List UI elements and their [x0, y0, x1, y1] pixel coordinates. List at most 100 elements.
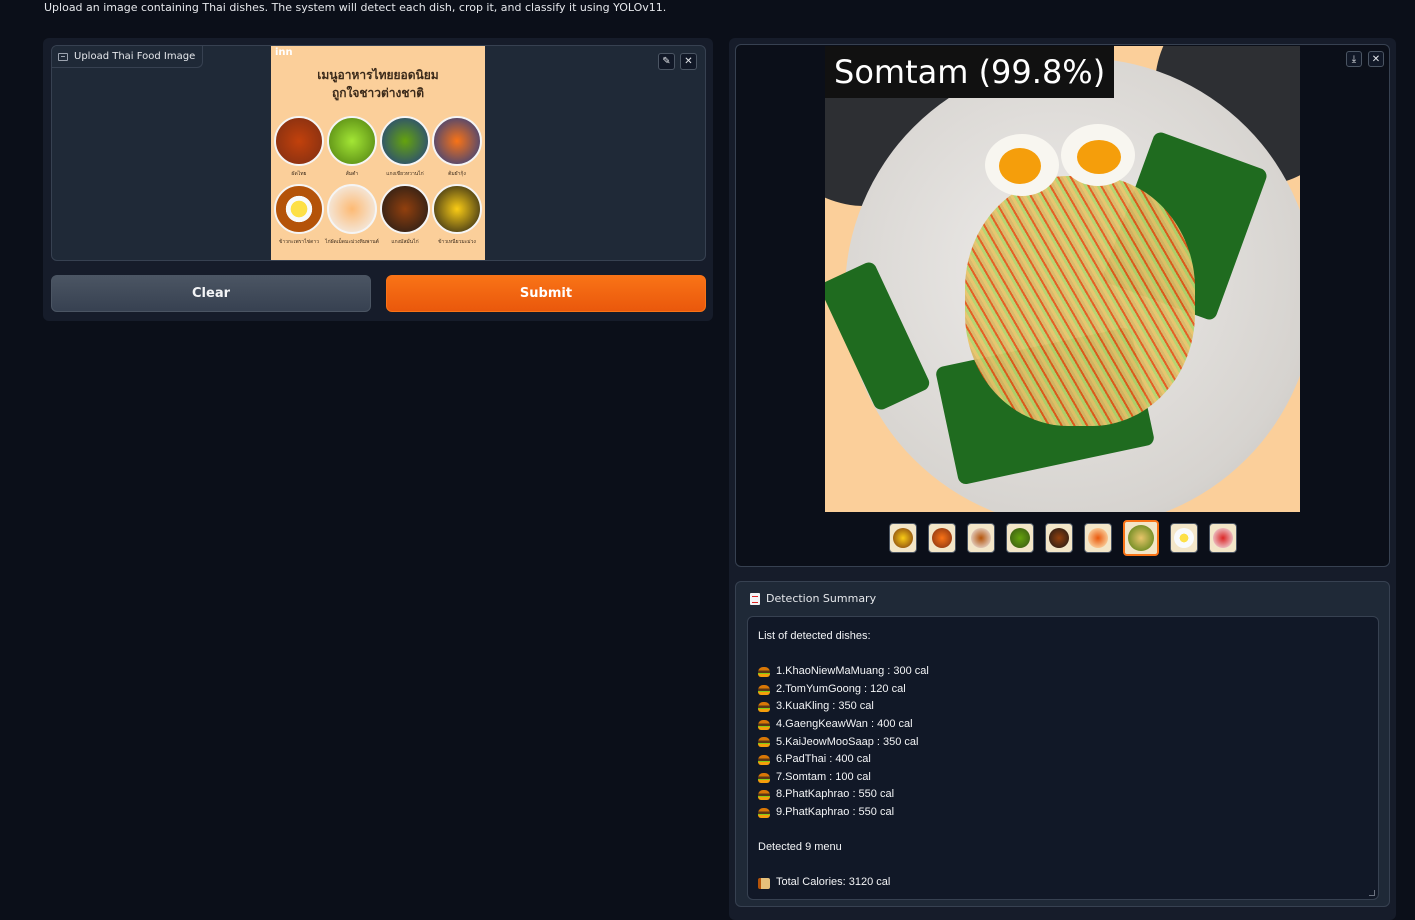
list-item: 3.KuaKling : 350 cal [758, 698, 1368, 716]
thumbnail[interactable] [1209, 523, 1237, 553]
uploaded-image: inn เมนูอาหารไทยยอดนิยม ถูกใจชาวต่างชาติ… [271, 46, 485, 260]
egg-yolk [1077, 140, 1121, 174]
summary-header: List of detected dishes: [758, 630, 871, 642]
thumbnail-image [1174, 528, 1194, 548]
image-upload-area[interactable]: Upload Thai Food Image inn เมนูอาหารไทยย… [51, 45, 706, 261]
list-item: 6.PadThai : 400 cal [758, 751, 1368, 769]
edit-button[interactable]: ✎ [658, 53, 675, 70]
thumbnail-selected[interactable] [1123, 520, 1159, 556]
thumbnail-image [1213, 528, 1233, 548]
thumbnail[interactable] [1084, 523, 1112, 553]
detected-count: Detected 9 menu [758, 841, 842, 854]
poster-dish-name: แกงเขียวหวานไก่ [386, 171, 424, 177]
image-icon [58, 52, 68, 61]
close-gallery-button[interactable]: ✕ [1368, 51, 1384, 67]
poster-dish [380, 116, 430, 166]
poster-dish [327, 184, 377, 234]
download-icon: ⤓ [1351, 53, 1357, 65]
prediction-label: Somtam (99.8%) [825, 46, 1115, 98]
total-line: Total Calories: 3120 cal [758, 874, 1368, 892]
clear-button[interactable]: Clear [51, 275, 371, 312]
thumbnail-image [971, 528, 991, 548]
download-button[interactable]: ⤓ [1346, 51, 1362, 67]
thumbnail-image [1088, 528, 1108, 548]
upload-label: Upload Thai Food Image [52, 46, 204, 68]
list-item: 4.GaengKeawWan : 400 cal [758, 716, 1368, 734]
submit-button[interactable]: Submit [386, 275, 706, 312]
burger-icon [758, 772, 770, 783]
dish-entry: 8.PhatKaphrao : 550 cal [776, 788, 895, 801]
output-panel: Somtam (99.8%) ⤓ ✕ Detection Summary Lis… [729, 38, 1396, 920]
burger-icon [758, 807, 770, 818]
dish-entry: 4.GaengKeawWan : 400 cal [776, 717, 913, 730]
close-icon: ✕ [1371, 53, 1381, 65]
thumbnail-image [1049, 528, 1069, 548]
total-calories: Total Calories: 3120 cal [776, 876, 891, 889]
dish-entry: 3.KuaKling : 350 cal [776, 700, 874, 713]
boiled-egg [1061, 124, 1135, 186]
poster-title-1: เมนูอาหารไทยยอดนิยม [317, 68, 439, 82]
dish-entry: 1.KhaoNiewMaMuang : 300 cal [776, 665, 929, 678]
poster-dish [432, 184, 482, 234]
poster-dish-name: ข้าวเหนียวมะม่วง [438, 239, 476, 245]
thumbnail-image [893, 528, 913, 548]
poster-brand: inn [275, 47, 293, 58]
remove-image-button[interactable]: ✕ [680, 53, 697, 70]
thumbnail-image [1010, 528, 1030, 548]
dish-entry: 2.TomYumGoong : 120 cal [776, 682, 906, 695]
papaya-salad [965, 176, 1195, 426]
list-item: 1.KhaoNiewMaMuang : 300 cal [758, 663, 1368, 681]
input-panel: Upload Thai Food Image inn เมนูอาหารไทยย… [43, 38, 713, 321]
burger-icon [758, 754, 770, 765]
summary-label: Detection Summary [750, 592, 876, 605]
list-item: 5.KaiJeowMooSaap : 350 cal [758, 734, 1368, 752]
poster-dish [380, 184, 430, 234]
detection-summary-panel: Detection Summary List of detected dishe… [735, 581, 1390, 907]
thumbnail[interactable] [1045, 523, 1073, 553]
poster-dish-name: ข้าวกะเพราไข่ดาว [278, 239, 320, 245]
poster-dish-name: ส้มตำ [345, 171, 359, 177]
list-item: 9.PhatKaphrao : 550 cal [758, 804, 1368, 822]
poster-dish-name: ต้มยำกุ้ง [448, 171, 466, 177]
close-icon: ✕ [684, 56, 693, 67]
thumbnail[interactable] [967, 523, 995, 553]
upload-label-text: Upload Thai Food Image [74, 51, 196, 62]
summary-textbox[interactable]: List of detected dishes: 1.KhaoNiewMaMua… [747, 616, 1379, 900]
poster-dish [274, 184, 324, 234]
list-item: 2.TomYumGoong : 120 cal [758, 681, 1368, 699]
pencil-icon: ✎ [662, 56, 671, 67]
dish-entry: 6.PadThai : 400 cal [776, 753, 871, 766]
thumbnail[interactable] [1170, 523, 1198, 553]
burger-icon [758, 737, 770, 748]
thumbnail-image [932, 528, 952, 548]
poster-dish [327, 116, 377, 166]
thumbnail[interactable] [1006, 523, 1034, 553]
thumbnail[interactable] [889, 523, 917, 553]
dish-entry: 9.PhatKaphrao : 550 cal [776, 805, 895, 818]
poster-dish [432, 116, 482, 166]
memo-icon [750, 592, 760, 605]
summary-label-text: Detection Summary [766, 592, 877, 605]
boiled-egg [985, 134, 1059, 196]
thumbnail-strip [889, 520, 1237, 556]
poster-dish [274, 116, 324, 166]
dish-entry: 5.KaiJeowMooSaap : 350 cal [776, 735, 919, 748]
thumbnail[interactable] [928, 523, 956, 553]
poster-dish-name: ไก่ผัดเม็ดมะม่วงหิมพานต์ [325, 239, 379, 245]
burger-icon [758, 666, 770, 677]
poster-dish-name: ผัดไทย [291, 171, 307, 177]
poster-dish-name: แกงมัสมั่นไก่ [391, 239, 419, 245]
burger-icon [758, 790, 770, 801]
result-image[interactable]: Somtam (99.8%) [825, 46, 1300, 512]
result-gallery: Somtam (99.8%) ⤓ ✕ [735, 44, 1390, 567]
dish-entry: 7.Somtam : 100 cal [776, 770, 871, 783]
burger-icon [758, 719, 770, 730]
burger-icon [758, 684, 770, 695]
poster-title-2: ถูกใจชาวต่างชาติ [331, 86, 425, 100]
burger-icon [758, 702, 770, 713]
thumbnail-image [1128, 525, 1154, 551]
resize-handle[interactable] [1369, 890, 1375, 896]
